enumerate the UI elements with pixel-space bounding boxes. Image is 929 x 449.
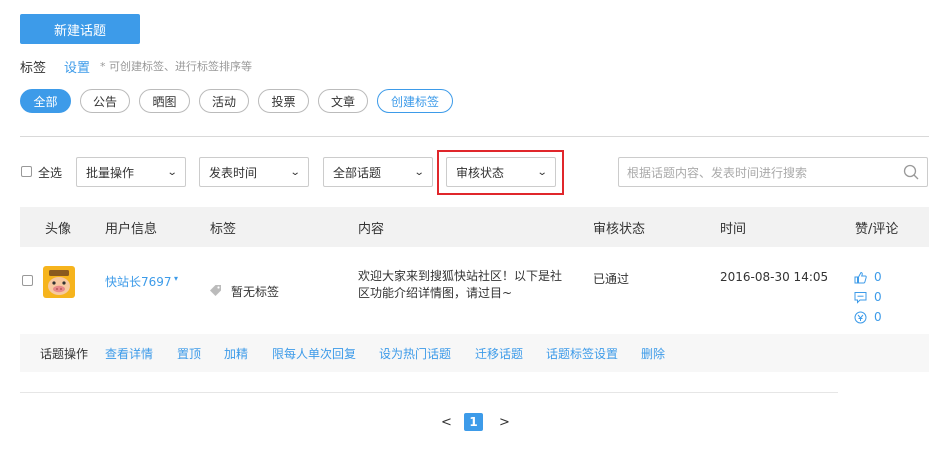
tag-icon bbox=[210, 285, 221, 296]
ops-label: 话题操作 bbox=[40, 346, 89, 361]
tag-pill-photos[interactable]: 晒图 bbox=[139, 89, 190, 113]
likes-stat[interactable]: 0 bbox=[854, 270, 882, 284]
comments-count: 0 bbox=[874, 290, 882, 304]
tag-pill-events[interactable]: 活动 bbox=[199, 89, 249, 113]
set-hot-topic-link[interactable]: 设为热门话题 bbox=[379, 345, 451, 362]
chevron-down-icon: ⌄ bbox=[413, 166, 425, 178]
delete-link[interactable]: 删除 bbox=[641, 345, 665, 362]
tag-pill-all[interactable]: 全部 bbox=[20, 89, 71, 113]
reward-icon bbox=[854, 311, 867, 323]
tag-pill-announcement[interactable]: 公告 bbox=[80, 89, 130, 113]
rewards-stat[interactable]: 0 bbox=[854, 310, 882, 324]
current-page[interactable]: 1 bbox=[464, 413, 483, 431]
row-content-line: 区功能介绍详情图，请过目~ bbox=[358, 286, 513, 300]
row-content-line: 欢迎大家来到搜狐快站社区！以下是社 bbox=[358, 269, 563, 283]
header-time: 时间 bbox=[720, 221, 747, 237]
header-content: 内容 bbox=[358, 221, 385, 237]
topic-operations-bar: 话题操作 查看详情 置顶 加精 限每人单次回复 设为热门话题 迁移话题 话题标签… bbox=[20, 334, 929, 372]
rewards-count: 0 bbox=[874, 310, 882, 324]
thumbs-up-icon bbox=[854, 271, 867, 283]
tags-settings-link[interactable]: 设置 bbox=[64, 57, 90, 76]
feature-link[interactable]: 加精 bbox=[224, 345, 248, 362]
header-review-status: 审核状态 bbox=[593, 221, 646, 237]
new-topic-button[interactable]: 新建话题 bbox=[20, 14, 140, 44]
header-user-info: 用户信息 bbox=[105, 221, 158, 237]
topic-tag-settings-link[interactable]: 话题标签设置 bbox=[546, 345, 618, 362]
search-icon[interactable] bbox=[903, 164, 919, 180]
tag-pill-articles[interactable]: 文章 bbox=[318, 89, 368, 113]
tag-filter-pills: 全部 公告 晒图 活动 投票 文章 创建标签 bbox=[20, 89, 453, 113]
row-tag: 暂无标签 bbox=[231, 285, 280, 299]
topic-type-value: 全部话题 bbox=[333, 165, 382, 180]
next-page-button[interactable]: > bbox=[499, 413, 510, 431]
select-all-checkbox[interactable] bbox=[21, 166, 32, 177]
divider bbox=[20, 392, 838, 393]
tag-header: 标签 设置 * 可创建标签、进行标签排序等 bbox=[20, 56, 252, 76]
row-content[interactable]: 欢迎大家来到搜狐快站社区！以下是社 区功能介绍详情图，请过目~ bbox=[358, 268, 562, 302]
publish-time-select[interactable]: 发表时间 ⌄ bbox=[199, 157, 309, 187]
move-topic-link[interactable]: 迁移话题 bbox=[475, 345, 523, 362]
row-checkbox[interactable] bbox=[22, 275, 33, 286]
publish-time-value: 发表时间 bbox=[209, 165, 258, 180]
row-time: 2016-08-30 14:05 bbox=[720, 270, 829, 284]
row-status: 已通过 bbox=[593, 272, 630, 286]
tag-pill-polls[interactable]: 投票 bbox=[258, 89, 309, 113]
select-all-label: 全选 bbox=[38, 166, 63, 180]
limit-reply-link[interactable]: 限每人单次回复 bbox=[272, 345, 356, 362]
header-tag: 标签 bbox=[210, 221, 237, 237]
search-input[interactable]: 根据话题内容、发表时间进行搜索 bbox=[618, 157, 928, 187]
tags-label: 标签 bbox=[20, 60, 47, 76]
bulk-action-select[interactable]: 批量操作 ⌄ bbox=[76, 157, 186, 187]
pin-link[interactable]: 置顶 bbox=[177, 345, 201, 362]
header-likes-comments: 赞/评论 bbox=[855, 221, 899, 237]
chevron-down-icon: ⌄ bbox=[166, 166, 178, 178]
topic-type-select[interactable]: 全部话题 ⌄ bbox=[323, 157, 433, 187]
chevron-down-icon: ⌄ bbox=[289, 166, 301, 178]
header-avatar: 头像 bbox=[45, 221, 72, 237]
divider bbox=[20, 136, 929, 137]
user-name-link[interactable]: 快站长7697 bbox=[105, 273, 172, 290]
comment-icon bbox=[854, 291, 867, 304]
search-placeholder: 根据话题内容、发表时间进行搜索 bbox=[627, 165, 808, 180]
bulk-action-value: 批量操作 bbox=[86, 165, 135, 180]
view-details-link[interactable]: 查看详情 bbox=[105, 345, 153, 362]
comments-stat[interactable]: 0 bbox=[854, 290, 882, 304]
highlight-box bbox=[437, 150, 564, 195]
tags-hint: * 可创建标签、进行标签排序等 bbox=[100, 60, 253, 73]
avatar[interactable] bbox=[43, 266, 75, 298]
caret-down-icon[interactable]: ▾ bbox=[174, 274, 178, 283]
create-tag-button[interactable]: 创建标签 bbox=[377, 89, 453, 113]
likes-count: 0 bbox=[874, 270, 882, 284]
prev-page-button[interactable]: < bbox=[441, 413, 452, 431]
